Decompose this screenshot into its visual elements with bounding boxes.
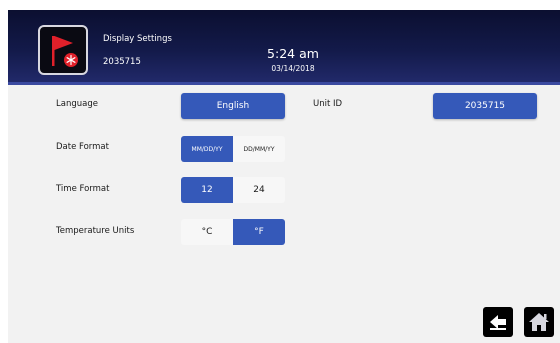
- time-format-option-label: 12: [201, 185, 213, 195]
- time-format-option-24[interactable]: 24: [233, 177, 285, 203]
- date-format-option-ddmmyy[interactable]: DD/MM/YY: [233, 136, 285, 162]
- time-format-label: Time Format: [56, 184, 110, 194]
- display-settings-app-icon: [38, 25, 88, 75]
- time-format-option-label: 24: [253, 185, 265, 195]
- home-icon: [529, 313, 549, 331]
- header-bar: Display Settings 2035715 5:24 am 03/14/2…: [8, 10, 560, 84]
- current-time: 5:24 am: [267, 46, 319, 61]
- temperature-option-fahrenheit[interactable]: °F: [233, 219, 285, 245]
- date-format-option-mmddyy[interactable]: MM/DD/YY: [181, 136, 233, 162]
- language-label: Language: [56, 99, 98, 109]
- unit-id-label: Unit ID: [313, 99, 343, 109]
- time-format-option-12[interactable]: 12: [181, 177, 233, 203]
- home-button[interactable]: [524, 307, 554, 337]
- screen-title: Display Settings: [103, 34, 172, 44]
- unit-id-button[interactable]: 2035715: [433, 93, 537, 119]
- date-format-label: Date Format: [56, 142, 109, 152]
- current-date: 03/14/2018: [271, 64, 315, 73]
- temperature-option-label: °F: [254, 227, 264, 237]
- back-arrow-icon: [490, 315, 506, 330]
- temperature-option-label: °C: [201, 227, 213, 237]
- back-button[interactable]: [483, 307, 513, 337]
- language-value: English: [216, 101, 250, 111]
- temperature-units-label: Temperature Units: [56, 226, 135, 236]
- red-flag-snowflake-icon: [52, 36, 78, 67]
- unit-id-value: 2035715: [464, 101, 506, 111]
- unit-number: 2035715: [103, 57, 141, 67]
- display-settings-screen: Display Settings 2035715 5:24 am 03/14/2…: [0, 0, 560, 343]
- temperature-option-celsius[interactable]: °C: [181, 219, 233, 245]
- date-format-option-label: MM/DD/YY: [191, 145, 223, 153]
- date-format-option-label: DD/MM/YY: [243, 145, 275, 153]
- language-button[interactable]: English: [181, 93, 285, 119]
- settings-panel: [8, 85, 560, 343]
